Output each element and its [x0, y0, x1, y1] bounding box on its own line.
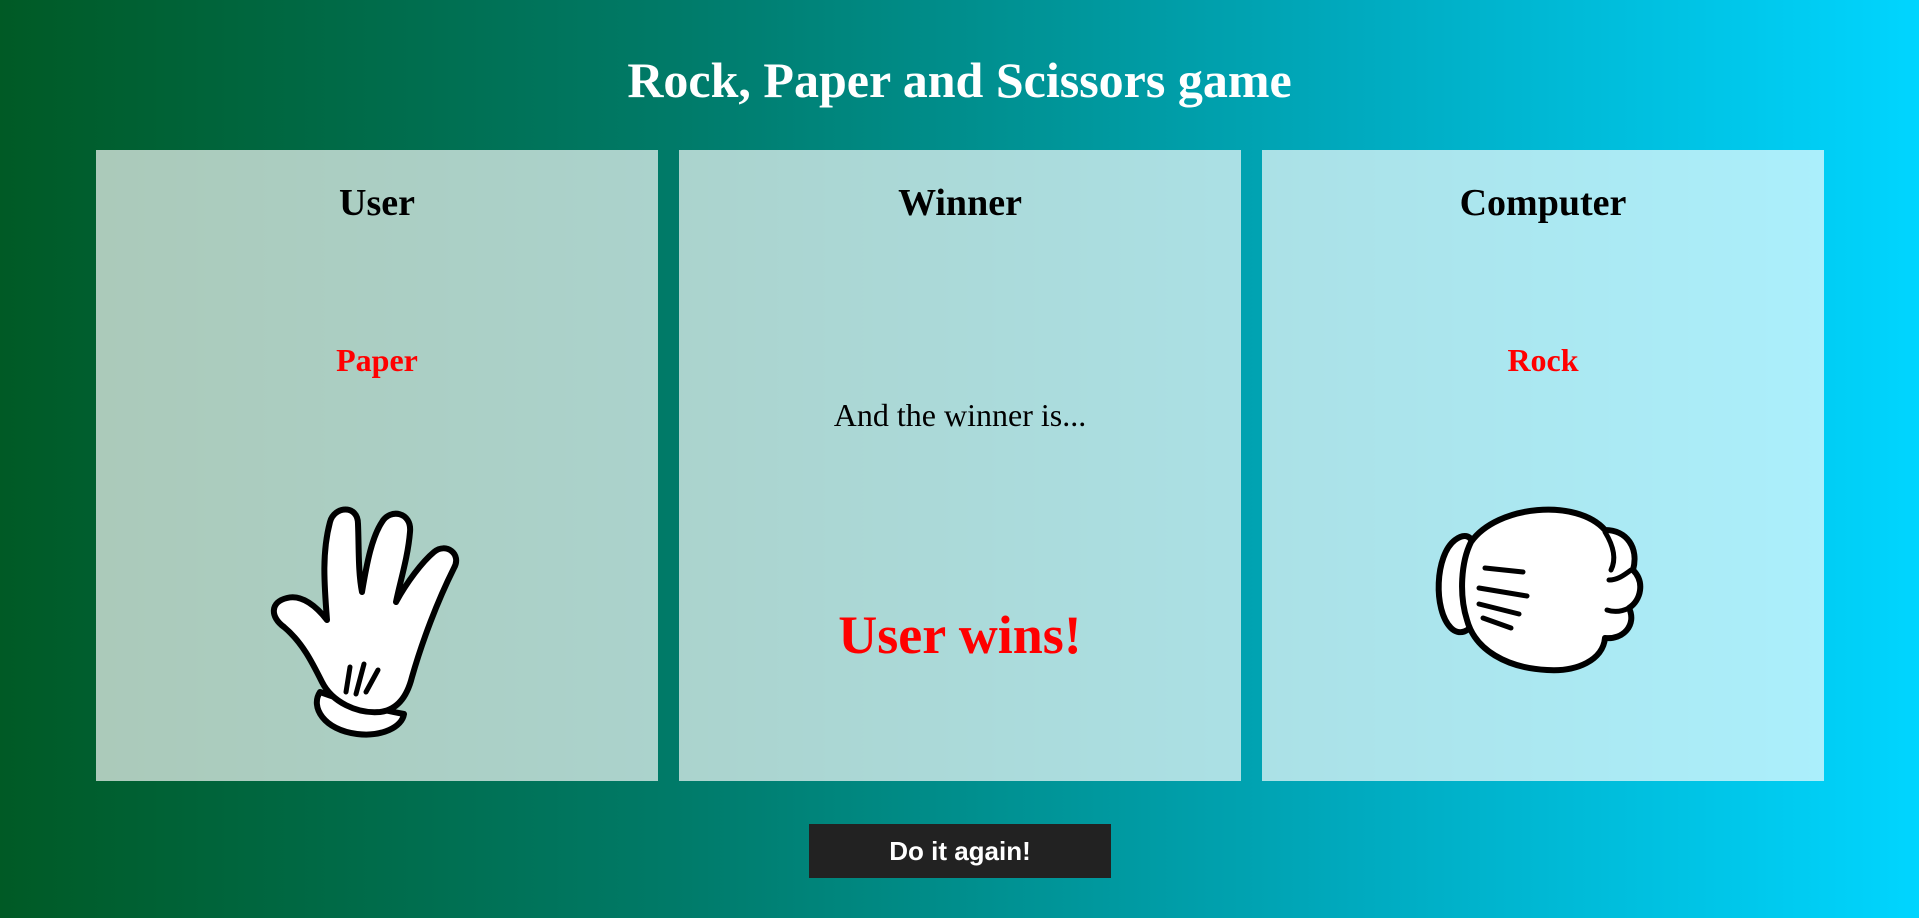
winner-intro-text: And the winner is...	[833, 397, 1087, 433]
game-panels: User Paper Winner And the winner is... U…	[96, 150, 1824, 781]
user-heading: User	[339, 182, 415, 224]
winner-result: User wins!	[838, 605, 1082, 665]
computer-choice: Rock	[1507, 342, 1579, 378]
winner-heading: Winner	[898, 182, 1022, 224]
paper-hand-icon	[270, 506, 459, 738]
rock-fist-icon	[1435, 506, 1644, 674]
play-again-button[interactable]: Do it again!	[809, 824, 1111, 878]
user-panel: User Paper	[96, 150, 658, 781]
page-title: Rock, Paper and Scissors game	[627, 52, 1292, 108]
computer-panel: Computer Rock	[1262, 150, 1824, 781]
winner-panel: Winner And the winner is... User wins!	[679, 150, 1241, 781]
user-choice: Paper	[336, 342, 418, 378]
computer-heading: Computer	[1459, 182, 1627, 224]
